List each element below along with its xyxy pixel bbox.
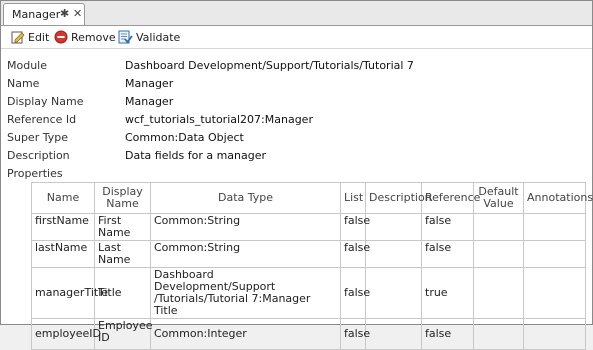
description-label: Description	[7, 149, 70, 162]
super-type-value: Common:Data Object	[125, 131, 244, 144]
tab-title: Manager	[12, 8, 61, 21]
cell-name[interactable]: managerTitle	[31, 267, 108, 319]
table-row[interactable]: managerTitle Title Dashboard Development…	[31, 267, 586, 319]
column-header-description[interactable]: Description	[365, 182, 432, 214]
cell-display-name[interactable]: Title	[94, 267, 151, 319]
toolbar: Edit Remove Validate	[1, 26, 592, 49]
cell-data-type[interactable]: Common:String	[150, 213, 341, 241]
column-header-name[interactable]: Name	[31, 182, 95, 214]
validate-button[interactable]: Validate	[118, 29, 180, 45]
table-row[interactable]: lastName Last Name Common:String false f…	[31, 240, 586, 268]
reference-id-label: Reference Id	[7, 113, 77, 126]
cell-display-name[interactable]: First Name	[94, 213, 151, 241]
name-label: Name	[7, 77, 40, 90]
cell-name[interactable]: employeeID	[31, 318, 101, 350]
cell-list[interactable]: false	[340, 213, 370, 241]
edit-icon	[11, 30, 25, 44]
cell-list[interactable]: false	[340, 267, 370, 319]
cell-description[interactable]	[365, 213, 422, 241]
cell-annotations[interactable]	[523, 240, 586, 268]
validate-icon	[118, 30, 133, 44]
reference-id-value: wcf_tutorials_tutorial207:Manager	[125, 113, 313, 126]
column-header-data-type[interactable]: Data Type	[150, 182, 341, 214]
cell-default-value[interactable]	[473, 213, 524, 241]
tab-strip: Manager ✱ ✕	[1, 1, 592, 26]
column-header-default-value[interactable]: Default Value	[473, 182, 524, 214]
cell-name[interactable]: firstName	[31, 213, 95, 241]
cell-default-value[interactable]	[473, 267, 524, 319]
module-row: Module Dashboard Development/Support/Tut…	[1, 57, 592, 75]
remove-label: Remove	[71, 30, 116, 44]
cell-description[interactable]	[365, 318, 422, 350]
table-row[interactable]: firstName First Name Common:String false…	[31, 213, 586, 241]
name-row: Name Manager	[1, 75, 592, 93]
remove-icon	[54, 30, 68, 44]
reference-id-row: Reference Id wcf_tutorials_tutorial207:M…	[1, 111, 592, 129]
display-name-value: Manager	[125, 95, 174, 108]
cell-display-name[interactable]: Employee ID	[94, 318, 152, 350]
cell-reference[interactable]: true	[421, 267, 474, 319]
edit-label: Edit	[28, 30, 50, 44]
validate-label: Validate	[136, 30, 181, 44]
table-header-row: Name Display Name Data Type List Descrip…	[31, 182, 593, 214]
cell-data-type[interactable]: Common:Integer	[150, 318, 341, 350]
super-type-label: Super Type	[7, 131, 68, 144]
column-header-reference[interactable]: Reference	[421, 182, 480, 214]
cell-default-value[interactable]	[473, 318, 524, 350]
properties-row: Properties	[1, 165, 592, 183]
cell-description[interactable]	[365, 240, 422, 268]
cell-annotations[interactable]	[523, 267, 586, 319]
remove-button[interactable]: Remove	[54, 29, 116, 45]
cell-description[interactable]	[365, 267, 422, 319]
cell-data-type[interactable]: Dashboard Development/Support /Tutorials…	[150, 267, 341, 319]
properties-label: Properties	[7, 167, 63, 180]
module-value: Dashboard Development/Support/Tutorials/…	[125, 59, 414, 72]
cell-name[interactable]: lastName	[31, 240, 95, 268]
column-header-display-name[interactable]: Display Name	[94, 182, 151, 214]
cell-data-type[interactable]: Common:String	[150, 240, 341, 268]
column-header-list[interactable]: List	[340, 182, 366, 214]
close-icon[interactable]: ✕	[73, 7, 82, 20]
description-row: Description Data fields for a manager	[1, 147, 592, 165]
table-row[interactable]: employeeID Employee ID Common:Integer fa…	[31, 318, 586, 350]
cell-reference[interactable]: false	[421, 213, 474, 241]
display-name-row: Display Name Manager	[1, 93, 592, 111]
editor-window: Manager ✱ ✕ Edit Remove Validate Module …	[0, 0, 593, 350]
cell-display-name[interactable]: Last Name	[94, 240, 151, 268]
column-header-annotations[interactable]: Annotations	[523, 182, 593, 214]
cell-reference[interactable]: false	[421, 240, 474, 268]
tab-manager[interactable]: Manager ✱ ✕	[3, 3, 85, 25]
cell-annotations[interactable]	[523, 213, 586, 241]
cell-list[interactable]: false	[340, 240, 370, 268]
description-value: Data fields for a manager	[125, 149, 267, 162]
name-value: Manager	[125, 77, 174, 90]
module-label: Module	[7, 59, 47, 72]
cell-reference[interactable]: false	[421, 318, 474, 350]
super-type-row: Super Type Common:Data Object	[1, 129, 592, 147]
cell-list[interactable]: false	[340, 318, 370, 350]
cell-default-value[interactable]	[473, 240, 524, 268]
display-name-label: Display Name	[7, 95, 84, 108]
pin-icon[interactable]: ✱	[60, 7, 69, 20]
cell-annotations[interactable]	[523, 318, 586, 350]
edit-button[interactable]: Edit	[11, 29, 49, 45]
